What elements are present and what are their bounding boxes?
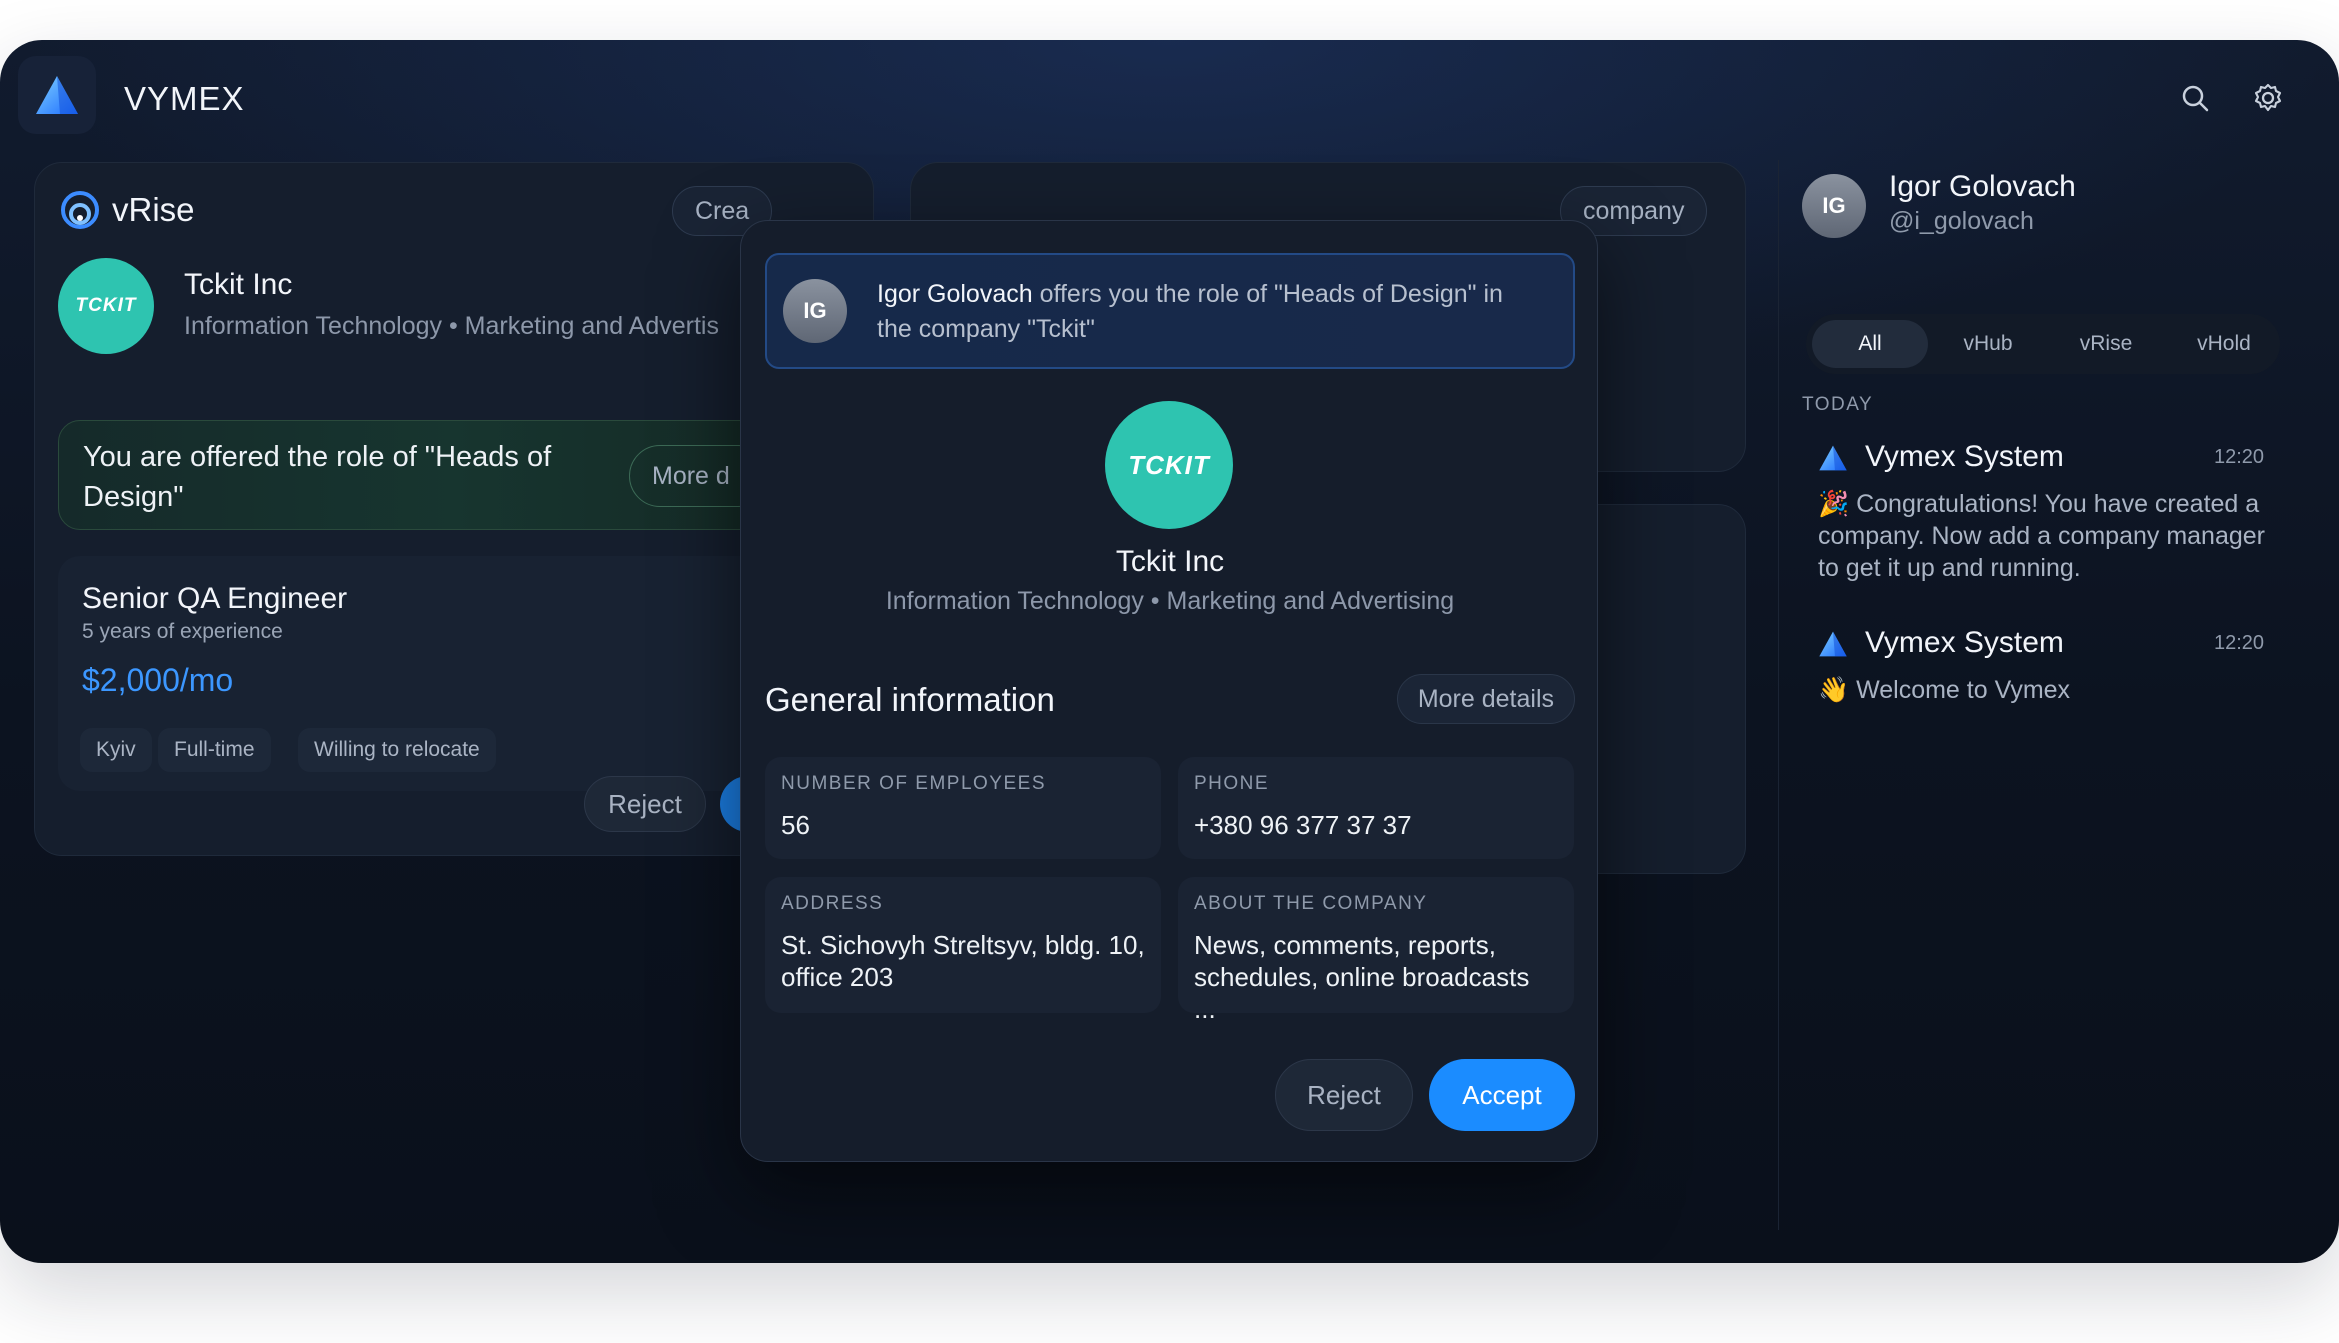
info-label: ABOUT THE COMPANY: [1194, 893, 1428, 914]
info-label: ADDRESS: [781, 893, 884, 914]
notification-body[interactable]: 👋 Welcome to Vymex: [1818, 674, 2278, 706]
sender-avatar: IG: [783, 279, 847, 343]
more-details-button[interactable]: More details: [1396, 674, 1575, 724]
notification-time: 12:20: [2214, 632, 2265, 654]
app-title: VYMEX: [124, 80, 245, 117]
job-title: Senior QA Engineer: [82, 582, 348, 615]
company-logo-text: TCKIT: [1128, 449, 1210, 480]
notification-time: 12:20: [2214, 446, 2265, 468]
search-icon[interactable]: [2175, 78, 2215, 118]
user-avatar[interactable]: IG: [1802, 174, 1866, 238]
job-salary: $2,000/mo: [82, 662, 234, 698]
job-tag: Kyiv: [80, 728, 152, 772]
party-icon: 🎉: [1818, 490, 1850, 518]
info-label: PHONE: [1194, 773, 1270, 794]
info-address: ADDRESS St. Sichovyh Streltsyv, bldg. 10…: [765, 877, 1161, 1013]
offer-notice: IG Igor Golovach offers you the role of …: [765, 253, 1575, 369]
company-logo: TCKIT: [1105, 401, 1233, 529]
vymex-logo-icon: [36, 76, 78, 114]
info-employees: NUMBER OF EMPLOYEES 56: [765, 757, 1161, 859]
wave-icon: 👋: [1818, 676, 1850, 704]
info-phone: PHONE +380 96 377 37 37: [1178, 757, 1574, 859]
section-today: TODAY: [1802, 394, 1874, 415]
panel-divider: [1778, 160, 1779, 1230]
job-tag: Full-time: [158, 728, 271, 772]
tab-vrise[interactable]: vRise: [2048, 320, 2164, 368]
info-value: 56: [781, 810, 810, 840]
company-industry: Information Technology • Marketing and A…: [184, 312, 719, 340]
info-about: ABOUT THE COMPANY News, comments, report…: [1178, 877, 1574, 1024]
reject-button[interactable]: Reject: [1275, 1059, 1413, 1131]
info-value: +380 96 377 37 37: [1194, 810, 1412, 840]
info-value: St. Sichovyh Streltsyv, bldg. 10, office…: [781, 930, 1145, 992]
tab-vhold[interactable]: vHold: [2166, 320, 2282, 368]
general-info-title: General information: [765, 681, 1055, 718]
user-handle: @i_golovach: [1889, 207, 2034, 235]
notice-sender: Igor Golovach: [877, 280, 1033, 308]
vrise-label: vRise: [112, 191, 195, 228]
notification-text: Congratulations! You have created a comp…: [1818, 490, 2265, 582]
notification-text: Welcome to Vymex: [1856, 676, 2071, 704]
company-logo-text: TCKIT: [75, 295, 137, 316]
vrise-brand: vRise: [60, 190, 195, 230]
job-experience: 5 years of experience: [82, 620, 283, 643]
gear-icon[interactable]: [2248, 78, 2288, 118]
app-logo[interactable]: [18, 56, 96, 134]
notification-tabs: All vHub vRise vHold: [1806, 314, 2280, 374]
vrise-logo-icon: [61, 191, 99, 229]
job-card[interactable]: Senior QA Engineer 5 years of experience…: [58, 556, 778, 791]
info-label: NUMBER OF EMPLOYEES: [781, 773, 1046, 794]
offer-banner: You are offered the role of "Heads of De…: [58, 420, 778, 530]
tab-vhub[interactable]: vHub: [1930, 320, 2046, 368]
modal-company-industry: Information Technology • Marketing and A…: [885, 587, 1455, 615]
notification-title: Vymex System: [1865, 626, 2064, 659]
job-tag: Willing to relocate: [298, 728, 496, 772]
vymex-logo-icon: [1819, 631, 1847, 657]
accept-button[interactable]: Accept: [1429, 1059, 1575, 1131]
tab-all[interactable]: All: [1812, 320, 1928, 368]
company-logo: TCKIT: [58, 258, 154, 354]
company-name: Tckit Inc: [184, 268, 293, 301]
modal-company-name: Tckit Inc: [1115, 545, 1225, 578]
reject-button[interactable]: Reject: [584, 776, 706, 832]
app-window: VYMEX vRise Crea TCKIT Tckit Inc Informa…: [0, 40, 2339, 1263]
notice-text: Igor Golovach offers you the role of "He…: [877, 277, 1537, 347]
user-name: Igor Golovach: [1889, 170, 2076, 203]
offer-text: You are offered the role of "Heads of De…: [83, 441, 552, 513]
vymex-logo-icon: [1819, 445, 1847, 471]
notification-title: Vymex System: [1865, 440, 2064, 473]
offer-modal: IG Igor Golovach offers you the role of …: [740, 220, 1598, 1162]
notification-body[interactable]: 🎉 Congratulations! You have created a co…: [1818, 488, 2278, 584]
info-value: News, comments, reports, schedules, onli…: [1194, 930, 1530, 1024]
